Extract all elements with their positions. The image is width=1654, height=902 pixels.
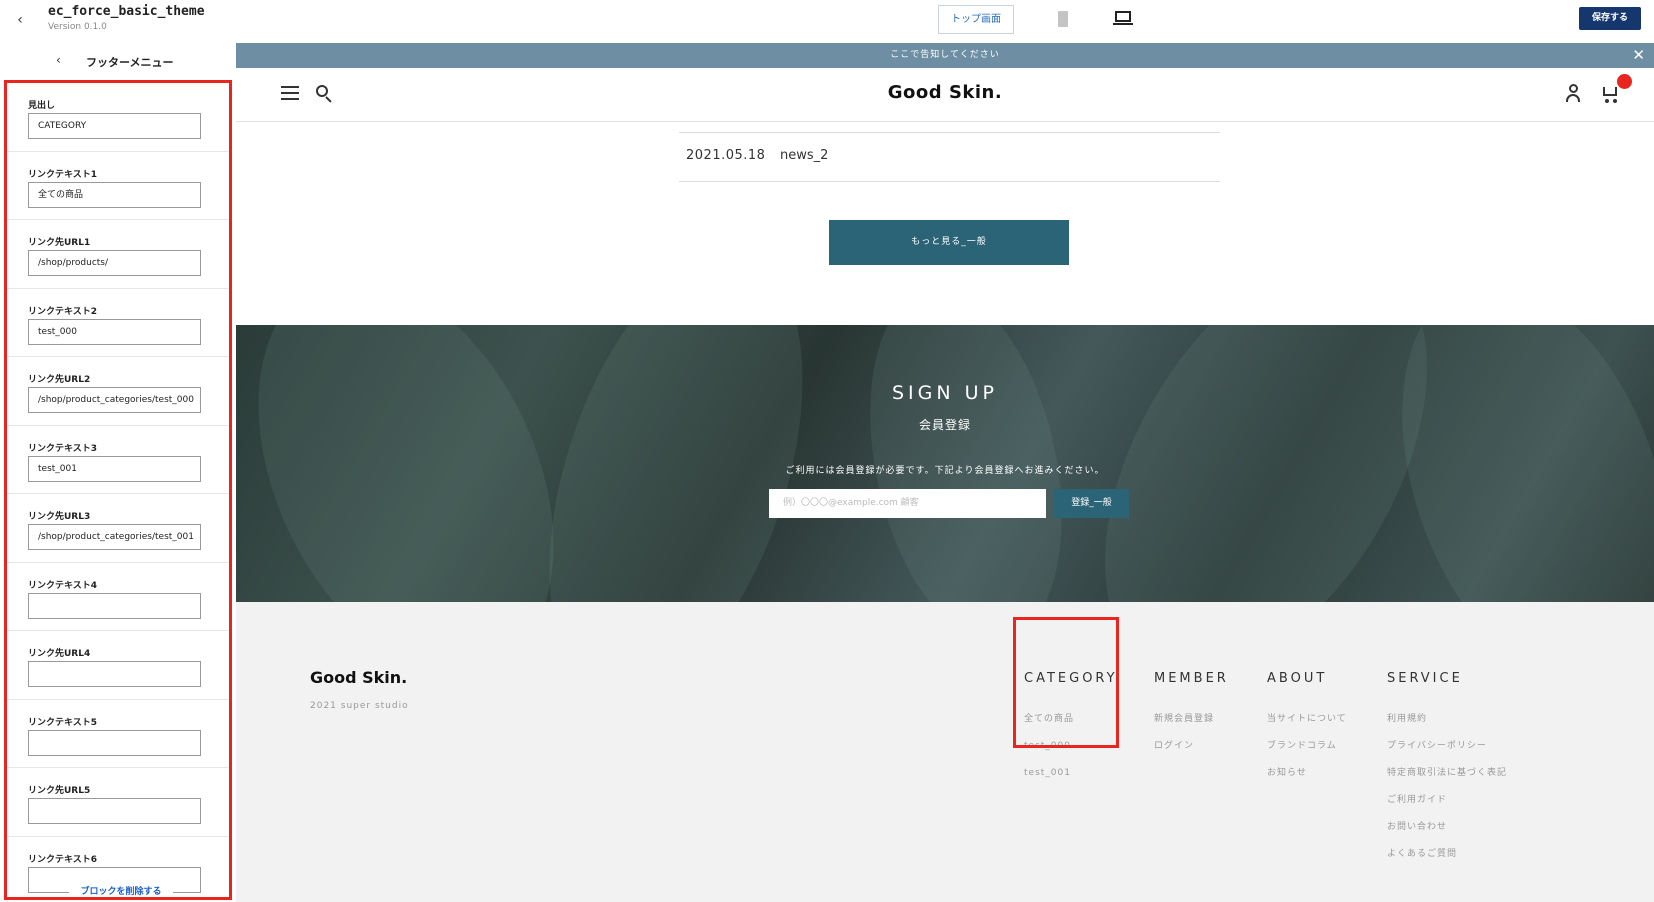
field-link-url-5: リンク先URL5 <box>7 768 229 837</box>
signup-subtitle: 会員登録 <box>918 418 971 432</box>
footer-logo[interactable]: Good Skin. <box>310 668 407 687</box>
field-label: リンク先URL3 <box>28 512 91 522</box>
field-link-text-4: リンクテキスト4 <box>7 563 229 631</box>
view-more-button[interactable]: もっと見る_一般 <box>829 220 1069 265</box>
field-label: リンク先URL4 <box>28 649 91 659</box>
footer-menu-settings-panel: 見出し CATEGORY リンクテキスト1 全ての商品 リンク先URL1 /sh… <box>4 80 232 900</box>
field-label: 見出し <box>28 101 56 111</box>
field-link-text-3: リンクテキスト3 test_001 <box>7 426 229 494</box>
delete-block-button[interactable]: ブロックを削除する <box>69 881 173 897</box>
site-header: Good Skin. <box>236 68 1654 122</box>
link-url-2-input[interactable]: /shop/product_categories/test_000 <box>28 387 201 413</box>
field-link-url-4: リンク先URL4 <box>7 631 229 700</box>
field-link-url-3: リンク先URL3 /shop/product_categories/test_0… <box>7 494 229 563</box>
signup-title: SIGN UP <box>891 382 998 404</box>
link-url-4-input[interactable] <box>28 661 201 687</box>
sidebar-back-button[interactable]: ‹ <box>56 53 61 67</box>
footer-link[interactable]: よくあるご質問 <box>1387 848 1507 861</box>
sidebar-title: フッターメニュー <box>86 56 174 69</box>
footer-column-service: SERVICE 利用規約 プライバシーポリシー 特定商取引法に基づく表記 ご利用… <box>1387 671 1507 861</box>
footer-link[interactable]: お問い合わせ <box>1387 821 1507 834</box>
footer-link[interactable]: ブランドコラム <box>1267 740 1347 753</box>
field-label: リンクテキスト4 <box>28 580 97 591</box>
link-text-4-input[interactable] <box>28 592 201 619</box>
footer-link[interactable]: ご利用ガイド <box>1387 794 1507 807</box>
footer-column-about: ABOUT 当サイトについて ブランドコラム お知らせ <box>1267 671 1347 780</box>
chevron-left-icon: ‹ <box>56 53 61 67</box>
sidebar-header: ‹ フッターメニュー <box>0 43 236 80</box>
footer-link[interactable]: 当サイトについて <box>1267 713 1347 726</box>
link-text-2-input[interactable]: test_000 <box>28 318 201 345</box>
signup-description: ご利用には会員登録が必要です。下記より会員登録へお進みください。 <box>785 466 1105 476</box>
link-url-3-input[interactable]: /shop/product_categories/test_001 <box>28 524 201 550</box>
heading-input[interactable]: CATEGORY <box>28 113 201 139</box>
user-icon[interactable] <box>1565 84 1581 102</box>
desktop-icon[interactable] <box>1113 11 1133 27</box>
footer-column-heading: ABOUT <box>1267 671 1328 686</box>
field-label: リンクテキスト1 <box>28 169 97 180</box>
cart-badge <box>1617 74 1632 89</box>
site-preview: ここで告知してください ✕ Good Skin. 2021.05.18 news… <box>236 43 1654 902</box>
divider <box>679 132 1220 133</box>
signup-section: SIGN UP 会員登録 ご利用には会員登録が必要です。下記より会員登録へお進み… <box>236 325 1654 602</box>
footer-copyright: 2021 super studio <box>310 701 409 711</box>
save-button[interactable]: 保存する <box>1579 7 1641 30</box>
footer-link[interactable]: ログイン <box>1154 740 1229 753</box>
link-text-3-input[interactable]: test_001 <box>28 455 201 482</box>
mobile-icon[interactable] <box>1058 11 1068 27</box>
field-link-text-1: リンクテキスト1 全ての商品 <box>7 152 229 220</box>
news-date: 2021.05.18 <box>686 148 766 163</box>
field-label: リンクテキスト5 <box>28 717 97 728</box>
field-link-url-2: リンク先URL2 /shop/product_categories/test_0… <box>7 357 229 426</box>
page-select-button[interactable]: トップ画面 <box>938 5 1014 34</box>
link-url-5-input[interactable] <box>28 798 201 824</box>
theme-title: ec_force_basic_theme <box>48 4 205 19</box>
footer-column-heading: MEMBER <box>1154 671 1229 686</box>
footer-link[interactable]: プライバシーポリシー <box>1387 740 1507 753</box>
field-label: リンク先URL2 <box>28 375 91 385</box>
announcement-text: ここで告知してください <box>890 50 1000 60</box>
field-label: リンクテキスト3 <box>28 443 97 454</box>
footer-link[interactable]: 新規会員登録 <box>1154 713 1229 726</box>
highlight-annotation <box>1013 617 1119 748</box>
footer-link[interactable]: 特定商取引法に基づく表記 <box>1387 767 1507 780</box>
link-text-1-input[interactable]: 全ての商品 <box>28 181 201 208</box>
footer-link[interactable]: お知らせ <box>1267 767 1347 780</box>
divider <box>679 181 1220 182</box>
field-link-text-6: リンクテキスト6 ブロックを削除する <box>7 837 229 897</box>
field-label: リンク先URL5 <box>28 786 91 796</box>
field-link-url-1: リンク先URL1 /shop/products/ <box>7 220 229 289</box>
site-logo[interactable]: Good Skin. <box>236 82 1654 103</box>
footer-link[interactable]: test_001 <box>1024 767 1118 780</box>
announcement-bar: ここで告知してください ✕ <box>236 43 1654 68</box>
close-icon[interactable]: ✕ <box>1632 43 1646 68</box>
theme-version: Version 0.1.0 <box>48 22 107 32</box>
chevron-left-icon: ‹ <box>17 12 23 28</box>
footer-column-heading: SERVICE <box>1387 671 1463 686</box>
register-button[interactable]: 登録_一般 <box>1054 489 1129 518</box>
footer-link[interactable]: 利用規約 <box>1387 713 1507 726</box>
link-text-5-input[interactable] <box>28 729 201 756</box>
field-label: リンクテキスト6 <box>28 854 97 865</box>
link-url-1-input[interactable]: /shop/products/ <box>28 250 201 276</box>
back-button[interactable]: ‹ <box>10 12 30 32</box>
editor-topbar: ‹ ec_force_basic_theme Version 0.1.0 トップ… <box>0 0 1654 43</box>
news-title-link[interactable]: news_2 <box>780 148 828 163</box>
site-footer: Good Skin. 2021 super studio CATEGORY 全て… <box>236 602 1654 902</box>
email-field[interactable]: 例）〇〇〇@example.com 顧客 <box>769 489 1046 518</box>
field-link-text-2: リンクテキスト2 test_000 <box>7 289 229 357</box>
field-label: リンク先URL1 <box>28 238 91 248</box>
field-label: リンクテキスト2 <box>28 306 97 317</box>
field-link-text-5: リンクテキスト5 <box>7 700 229 768</box>
field-heading: 見出し CATEGORY <box>7 83 229 152</box>
footer-column-member: MEMBER 新規会員登録 ログイン <box>1154 671 1229 753</box>
